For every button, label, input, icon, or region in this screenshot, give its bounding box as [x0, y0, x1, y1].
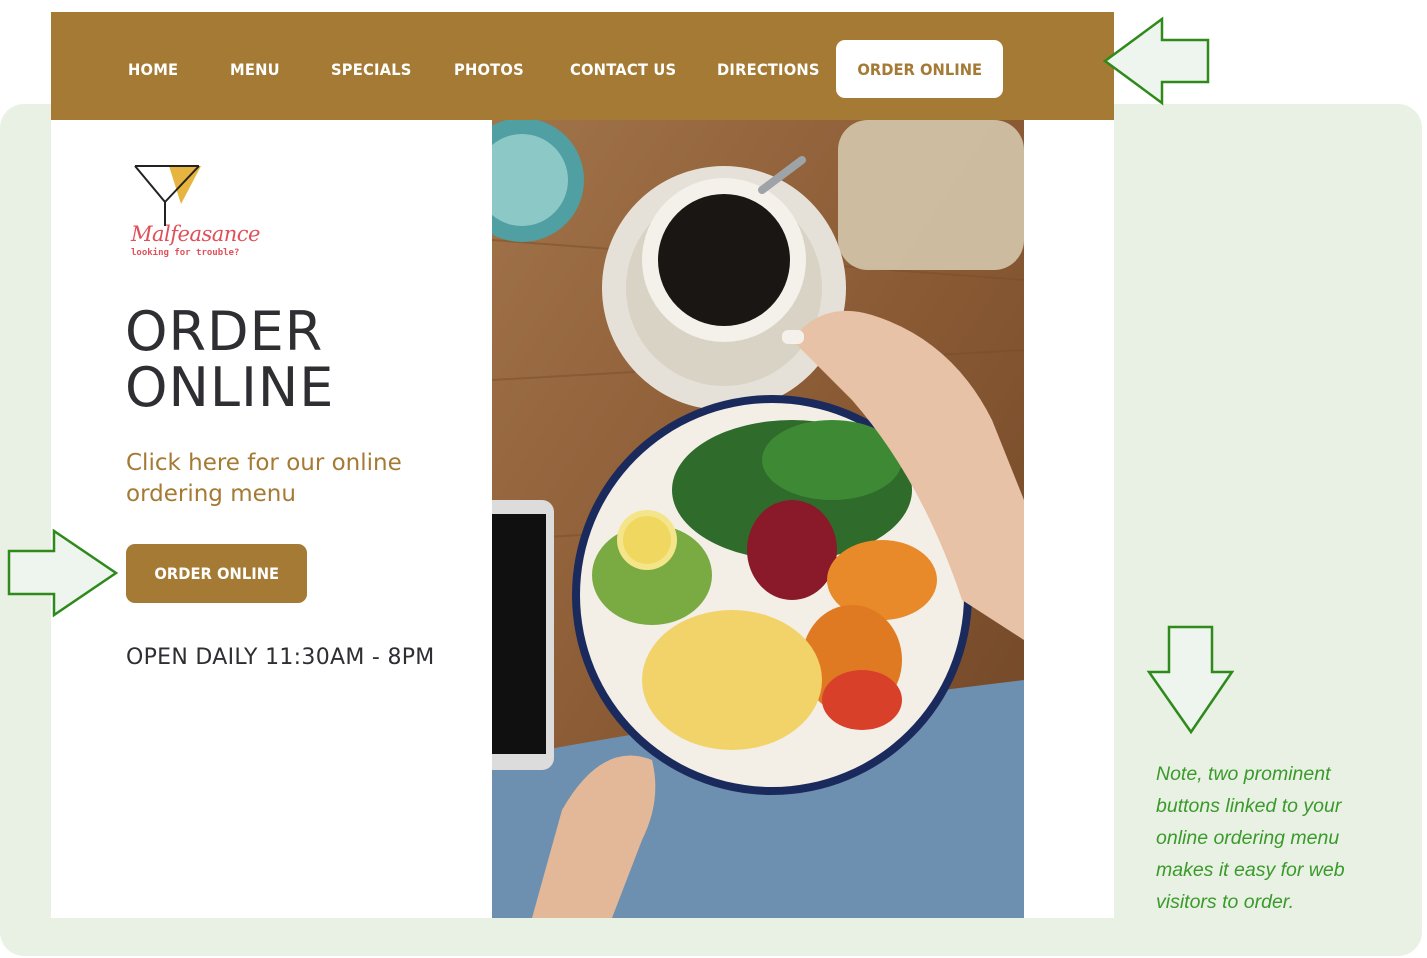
food-photo-image — [492, 120, 1024, 918]
hero-title-line-2: ONLINE — [125, 356, 335, 419]
nav-menu[interactable]: MENU — [230, 60, 280, 79]
hero-subtitle-line-2: ordering menu — [126, 481, 296, 507]
brand-name: Malfeasance — [131, 222, 260, 246]
nav-contact-us[interactable]: CONTACT US — [570, 60, 676, 79]
hero-food-photo — [492, 120, 1024, 918]
hero-title: ORDER ONLINE — [125, 304, 455, 416]
nav-photos[interactable]: PHOTOS — [454, 60, 524, 79]
brand-logo[interactable]: Malfeasance looking for trouble? — [127, 160, 277, 270]
nav-specials[interactable]: SPECIALS — [331, 60, 412, 79]
nav-directions[interactable]: DIRECTIONS — [717, 60, 820, 79]
opening-hours: OPEN DAILY 11:30AM - 8PM — [126, 645, 435, 670]
arrow-left-icon — [1102, 16, 1210, 106]
nav-order-online-button[interactable]: ORDER ONLINE — [836, 40, 1003, 98]
website-preview: HOME MENU SPECIALS PHOTOS CONTACT US DIR… — [51, 12, 1114, 918]
hero-subtitle: Click here for our online ordering menu — [126, 448, 446, 510]
nav-order-online-label: ORDER ONLINE — [857, 59, 982, 79]
brand-tagline: looking for trouble? — [131, 248, 240, 258]
arrow-down-icon — [1146, 625, 1235, 735]
cocktail-glass-icon — [134, 165, 201, 226]
hero-order-online-label: ORDER ONLINE — [154, 564, 279, 583]
arrow-right-icon — [7, 528, 119, 618]
hero-title-line-1: ORDER — [125, 300, 324, 363]
nav-home[interactable]: HOME — [128, 60, 178, 79]
hero-subtitle-line-1: Click here for our online — [126, 450, 402, 476]
top-navbar: HOME MENU SPECIALS PHOTOS CONTACT US DIR… — [51, 12, 1114, 120]
annotation-note: Note, two prominent buttons linked to yo… — [1156, 763, 1345, 913]
hero-order-online-button[interactable]: ORDER ONLINE — [126, 544, 307, 603]
